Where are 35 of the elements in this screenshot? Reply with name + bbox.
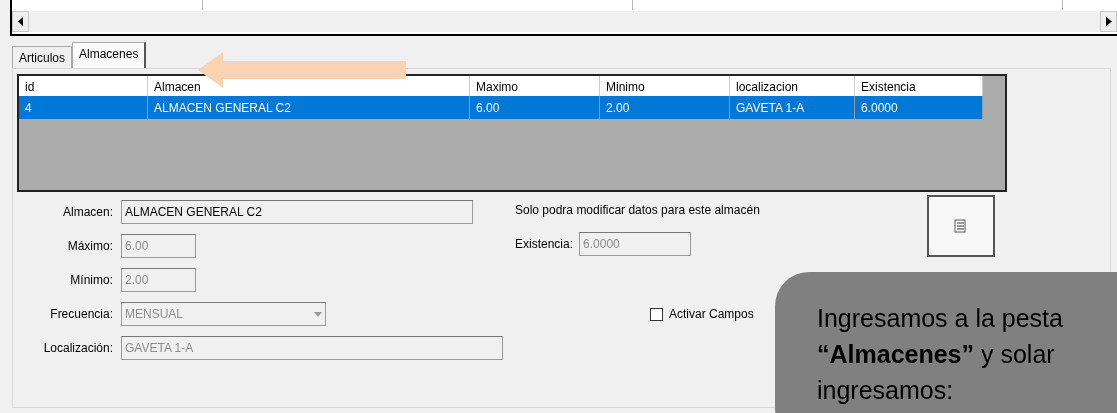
horizontal-scrollbar[interactable] (12, 11, 1117, 32)
table-cell[interactable]: ALMACEN GENERAL C2 (148, 96, 470, 119)
callout-text: ingresamos: (817, 375, 955, 406)
list-button[interactable] (927, 195, 995, 257)
note-text: Solo podra modificar datos para este almacén (515, 202, 760, 219)
column-header[interactable]: Existencia (855, 76, 983, 96)
callout-text: Ingresamos a la pesta (817, 303, 1064, 334)
column-header[interactable]: id (19, 76, 148, 96)
table-cell[interactable]: 6.00 (470, 96, 600, 119)
field-label: Existencia: (515, 236, 574, 253)
field-label: Almacen: (61, 204, 114, 221)
checkbox[interactable] (650, 307, 663, 321)
right-arrow-icon (1105, 17, 1112, 26)
field-label: Mínimo: (69, 272, 114, 289)
checkbox-label: Activar Campos (669, 306, 754, 323)
field-label: Frecuencia: (49, 306, 114, 323)
table-cell[interactable]: 2.00 (600, 96, 730, 119)
input-field[interactable]: ALMACEN GENERAL C2 (121, 200, 473, 224)
column-header[interactable]: localizacion (730, 76, 855, 96)
list-icon (954, 218, 968, 234)
column-header[interactable]: Minimo (600, 76, 730, 96)
table-cell[interactable]: 4 (19, 96, 148, 119)
callout-text: “Almacenes” y solar (817, 339, 1056, 370)
scroll-right-button[interactable] (1100, 11, 1117, 32)
column-header[interactable]: Maximo (470, 76, 600, 96)
table-cell[interactable]: GAVETA 1-A (730, 96, 855, 119)
table-cell[interactable]: 6.0000 (855, 96, 983, 119)
tab[interactable]: Articulos (12, 46, 72, 68)
tab[interactable]: Almacenes (72, 42, 147, 68)
arrow-icon (198, 52, 406, 88)
left-arrow-icon (17, 17, 24, 26)
scroll-left-button[interactable] (12, 11, 29, 32)
field-label: Localización: (42, 340, 114, 357)
field-label: Máximo: (66, 238, 114, 255)
dropdown-arrow-icon (314, 311, 322, 317)
